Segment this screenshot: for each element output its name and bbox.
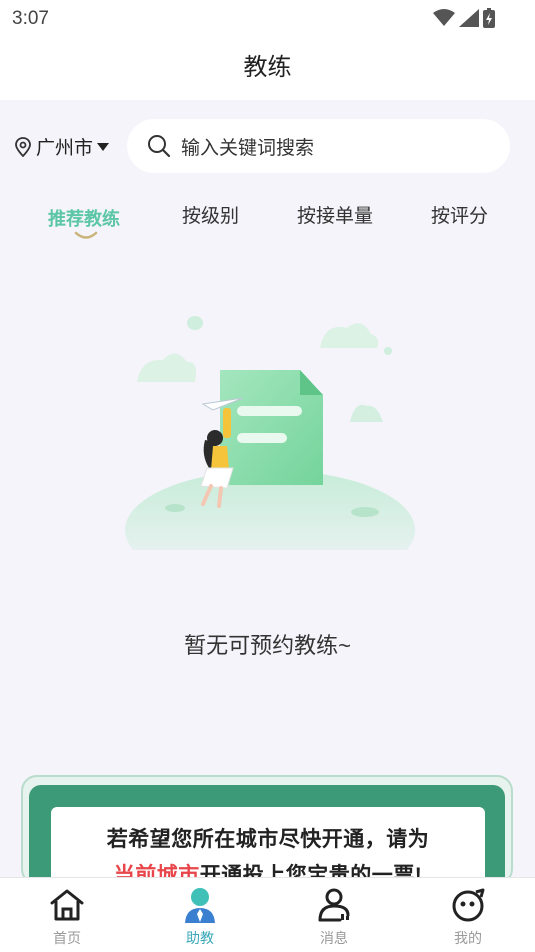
page-title: 教练 [243, 54, 292, 81]
search-row: 广州市 输入关键词搜索 [0, 118, 535, 174]
banner-card: 若希望您所在城市尽快开通，请为 当前城市开通投上您宝贵的一票! [51, 807, 485, 883]
empty-state-illustration [125, 316, 415, 550]
tab-orders[interactable]: 按接单量 [297, 201, 373, 228]
location-pin-icon [15, 136, 31, 157]
search-placeholder: 输入关键词搜索 [181, 137, 315, 159]
status-icons [433, 8, 495, 28]
message-icon [284, 884, 384, 926]
coach-icon [150, 884, 250, 926]
status-time: 3:07 [12, 8, 49, 29]
city-selector[interactable]: 广州市 [14, 133, 110, 160]
signal-icon [459, 9, 479, 27]
nav-profile-label: 我的 [454, 930, 482, 946]
nav-home[interactable]: 首页 [17, 884, 117, 948]
tab-level[interactable]: 按级别 [182, 201, 239, 228]
city-vote-banner[interactable]: 若希望您所在城市尽快开通，请为 当前城市开通投上您宝贵的一票! [21, 775, 513, 885]
tab-recommended[interactable]: 推荐教练 [48, 205, 120, 231]
bottom-nav: 首页 助教 消息 我的 [0, 877, 535, 952]
search-input[interactable]: 输入关键词搜索 [127, 119, 510, 173]
title-bar: 教练 [0, 36, 535, 100]
nav-home-label: 首页 [53, 930, 81, 946]
nav-coach[interactable]: 助教 [150, 884, 250, 948]
profile-icon [418, 884, 518, 926]
active-tab-indicator [74, 231, 98, 239]
status-bar: 3:07 [0, 0, 535, 36]
battery-icon [483, 8, 495, 28]
city-label: 广州市 [36, 138, 94, 159]
tab-rating[interactable]: 按评分 [431, 201, 488, 228]
search-icon [147, 134, 171, 158]
banner-line-1: 若希望您所在城市尽快开通，请为 [106, 828, 430, 851]
nav-coach-label: 助教 [186, 930, 214, 946]
nav-messages[interactable]: 消息 [284, 884, 384, 948]
nav-messages-label: 消息 [320, 930, 348, 946]
banner-frame: 若希望您所在城市尽快开通，请为 当前城市开通投上您宝贵的一票! [29, 785, 505, 883]
empty-state-message: 暂无可预约教练~ [184, 633, 351, 658]
caret-down-icon [97, 142, 110, 151]
home-icon [17, 884, 117, 926]
wifi-icon [433, 9, 455, 26]
nav-profile[interactable]: 我的 [418, 884, 518, 948]
